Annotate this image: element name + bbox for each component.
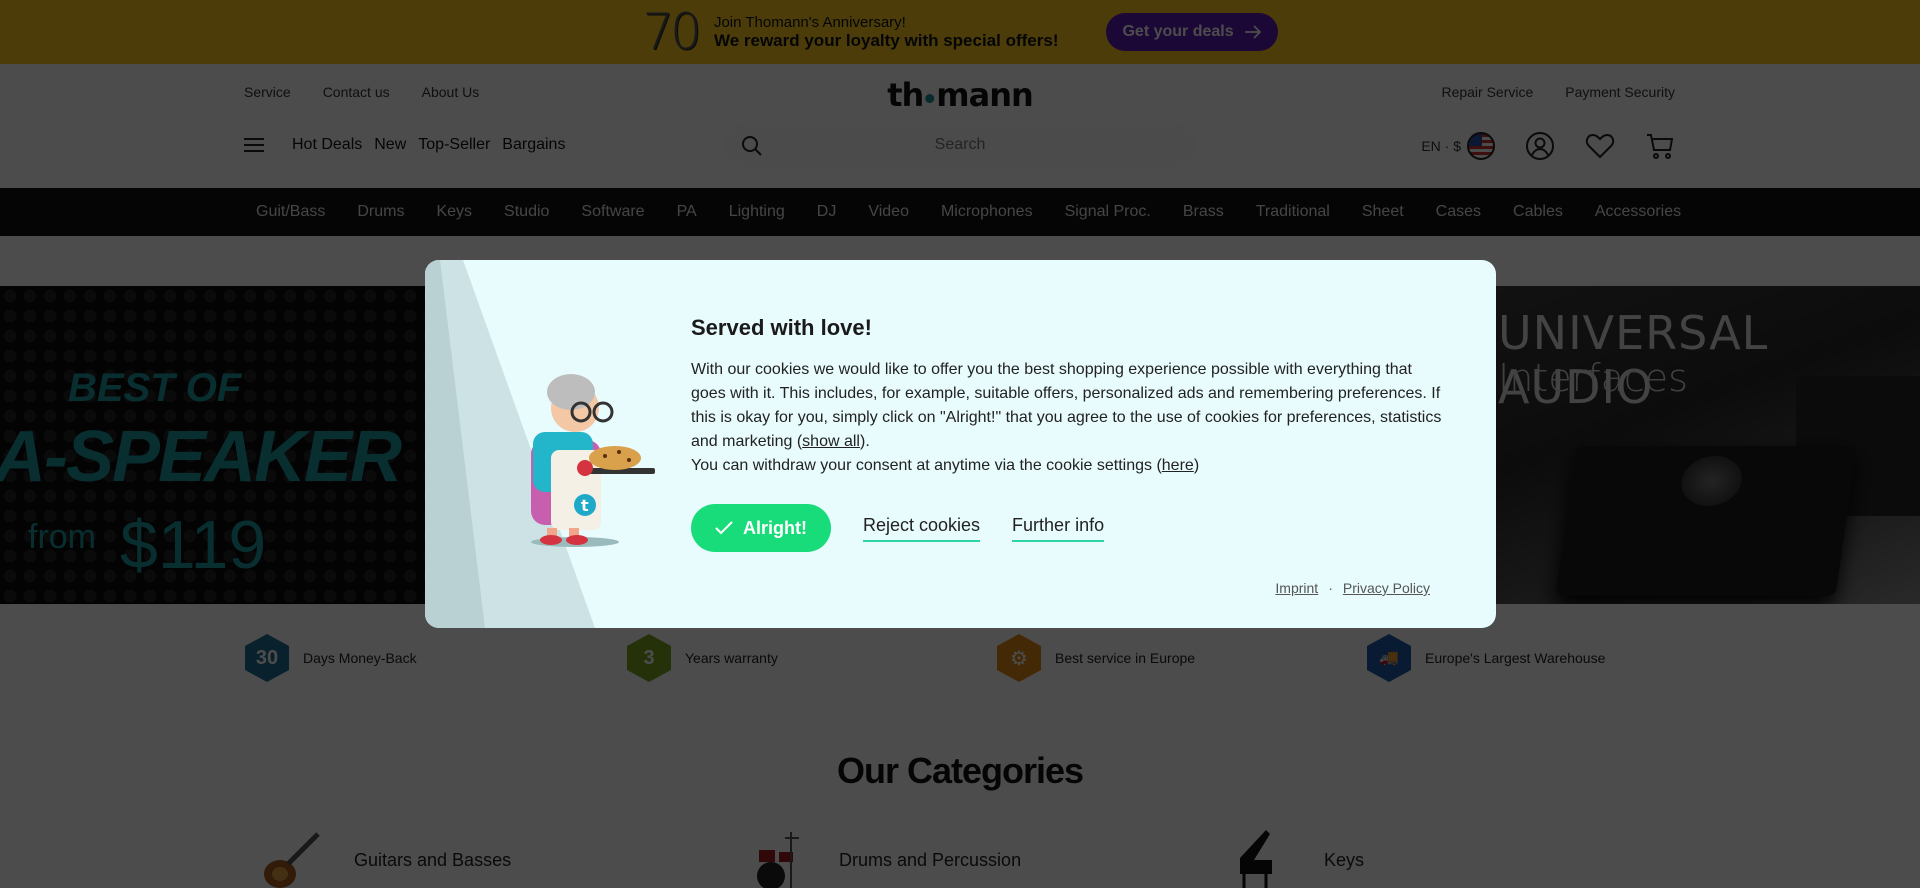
accept-label: Alright! xyxy=(743,517,807,538)
cookie-settings-here-link[interactable]: here xyxy=(1162,457,1194,474)
cookie-consent-dialog: t Served with love! With our cookies we … xyxy=(425,260,1496,628)
accept-cookies-button[interactable]: Alright! xyxy=(691,504,831,552)
further-info-button[interactable]: Further info xyxy=(1012,515,1105,542)
cookie-actions: Alright! Reject cookies Further info xyxy=(691,504,1105,552)
reject-cookies-button[interactable]: Reject cookies xyxy=(862,515,981,542)
cookie-text-p2-end: ) xyxy=(1193,457,1200,474)
cookie-text-p2: You can withdraw your consent at anytime… xyxy=(691,457,1162,474)
footer-separator: · xyxy=(1328,580,1333,596)
privacy-policy-link[interactable]: Privacy Policy xyxy=(1343,580,1430,596)
cookie-text-p1-end: ). xyxy=(859,433,870,450)
imprint-link[interactable]: Imprint xyxy=(1275,580,1318,596)
cookie-dialog-title: Served with love! xyxy=(691,315,872,340)
cookie-dialog-text: With our cookies we would like to offer … xyxy=(691,358,1451,478)
cookie-dialog-footer: Imprint · Privacy Policy xyxy=(1275,580,1430,596)
show-all-link[interactable]: show all xyxy=(802,433,860,450)
svg-text:t: t xyxy=(581,496,589,515)
checkmark-icon xyxy=(715,521,733,535)
granny-baker-illustration: t xyxy=(531,374,655,547)
